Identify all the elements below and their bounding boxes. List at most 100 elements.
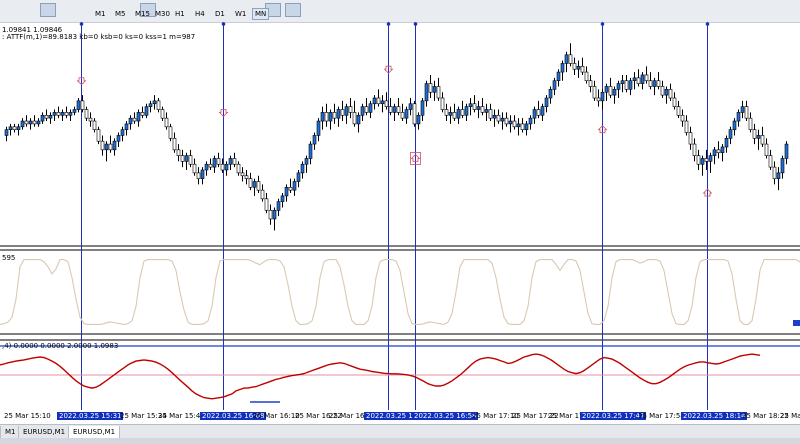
zoom-out-icon[interactable] <box>285 3 301 17</box>
candle-body <box>604 86 609 93</box>
candle-body <box>704 158 709 162</box>
candle-body <box>376 97 381 105</box>
timeframe-m15[interactable]: M15 <box>132 8 153 20</box>
candle-body <box>324 112 329 122</box>
candle-body <box>364 106 369 113</box>
candle-body <box>256 181 261 191</box>
chart-tabs: M1 EURUSD,M1 EURUSD,M1 <box>0 424 800 439</box>
candle-body <box>524 123 529 130</box>
candle-body <box>780 158 785 174</box>
candle-body <box>140 112 145 116</box>
candle-body <box>672 97 677 107</box>
candle-body <box>656 80 661 87</box>
candle-body <box>740 106 745 113</box>
candle-body <box>404 109 409 119</box>
candle-body <box>252 181 257 188</box>
timeframe-w1[interactable]: W1 <box>232 8 249 20</box>
candle-body <box>372 97 377 105</box>
candle-body <box>164 117 169 128</box>
candle-body <box>236 163 241 174</box>
candle-body <box>548 89 553 99</box>
candle-body <box>276 201 281 211</box>
candle-body <box>500 117 505 122</box>
time-axis-tick-label: 25 Mar 18 <box>780 412 800 420</box>
oscillator-level-marker <box>793 320 800 326</box>
vertical-marker-handle <box>600 22 605 26</box>
candle-body <box>688 132 693 145</box>
candle-body <box>648 80 653 87</box>
candle-body <box>48 114 53 119</box>
candle-body <box>728 129 733 139</box>
vertical-marker-handle <box>386 22 391 26</box>
candle-body <box>216 158 221 165</box>
candle-body <box>668 89 673 99</box>
candle-body <box>644 74 649 82</box>
candle-body <box>168 126 173 139</box>
candle-body <box>540 106 545 116</box>
candle-body <box>148 103 153 107</box>
vertical-marker-handle <box>221 22 226 26</box>
candles <box>4 43 789 231</box>
candle-body <box>468 103 473 107</box>
candle-body <box>448 112 453 116</box>
candle-body <box>196 172 201 179</box>
candle-body <box>588 80 593 87</box>
candle-body <box>564 54 569 64</box>
candle-body <box>192 163 197 174</box>
candle-body <box>328 112 333 122</box>
candle-body <box>100 140 105 151</box>
candle-body <box>636 77 641 84</box>
vertical-marker-handle <box>413 22 418 26</box>
candle-body <box>608 86 613 96</box>
timeframe-m30[interactable]: M30 <box>152 8 173 20</box>
candle-body <box>40 114 45 122</box>
candle-body <box>452 112 457 119</box>
timeframe-m1[interactable]: M1 <box>92 8 109 20</box>
candle-body <box>44 114 49 119</box>
signal-panel <box>0 345 800 403</box>
candle-body <box>476 106 481 110</box>
candle-body <box>684 120 689 133</box>
oscillator-line <box>0 259 800 325</box>
candle-body <box>628 80 633 90</box>
candle-body <box>172 138 177 151</box>
timeframe-h1[interactable]: H1 <box>172 8 188 20</box>
candle-body <box>352 112 357 125</box>
candle-body <box>696 155 701 165</box>
candle-body <box>464 106 469 116</box>
candle-body <box>708 155 713 162</box>
candle-body <box>16 126 21 130</box>
timeframe-h4[interactable]: H4 <box>192 8 208 20</box>
candle-body <box>496 114 501 122</box>
candle-body <box>344 106 349 116</box>
candle-body <box>84 109 89 119</box>
candle-body <box>388 106 393 113</box>
candle-body <box>532 109 537 119</box>
candle-body <box>612 89 617 96</box>
candle-body <box>544 97 549 107</box>
candle-body <box>312 135 317 145</box>
candle-body <box>592 86 597 99</box>
candle-body <box>132 117 137 122</box>
candle-body <box>232 158 237 165</box>
indicator-info-line: : ATTF(m,1)=89.8183 kb=0 ksb=0 ks=0 kss=… <box>2 33 196 41</box>
candle-body <box>176 149 181 156</box>
timeframe-d1[interactable]: D1 <box>212 8 228 20</box>
candle-body <box>620 80 625 84</box>
candle-body <box>304 158 309 165</box>
candle-body <box>56 112 61 116</box>
candle-body <box>752 129 757 139</box>
candle-body <box>440 97 445 110</box>
candle-body <box>120 129 125 136</box>
candle-body <box>424 83 429 102</box>
candle-body <box>652 80 657 87</box>
chart-area[interactable] <box>0 22 800 410</box>
timeframe-mn[interactable]: MN <box>252 8 270 20</box>
candle-body <box>184 155 189 162</box>
candle-body <box>508 120 513 125</box>
candle-body <box>724 138 729 148</box>
candle-body <box>144 106 149 116</box>
timeframe-m5[interactable]: M5 <box>112 8 129 20</box>
new-order-icon[interactable] <box>40 3 56 17</box>
candle-body <box>356 114 361 125</box>
